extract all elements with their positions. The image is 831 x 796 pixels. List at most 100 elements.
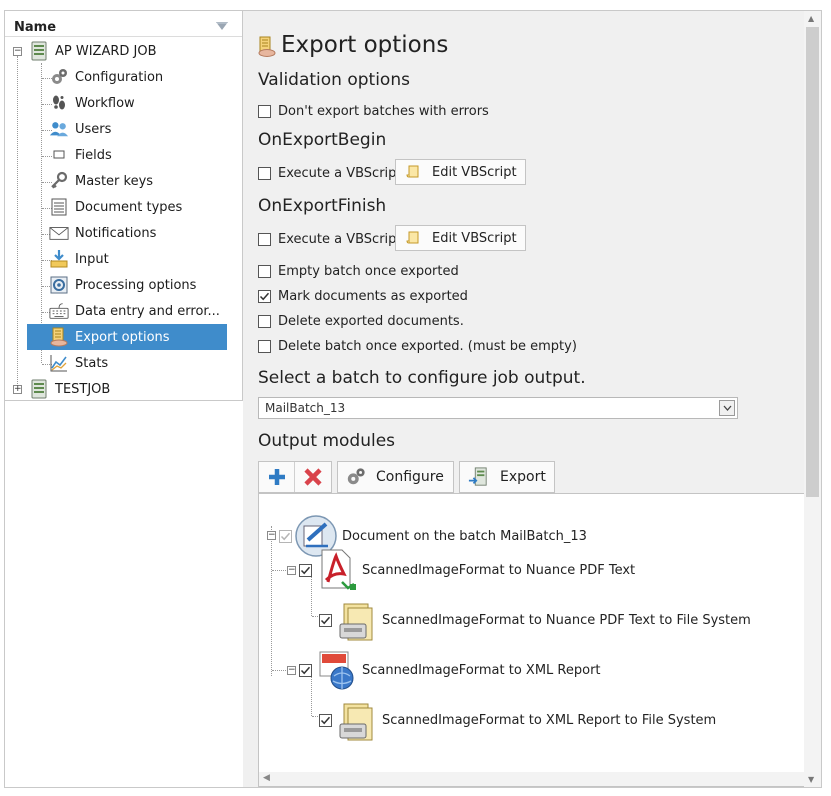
scroll-left-icon[interactable]: ◀ — [263, 773, 270, 783]
on-finish-execute-label: Execute a VBScript — [278, 232, 402, 247]
tree-item-data-entry[interactable]: Data entry and error... — [49, 299, 220, 323]
tree-item-label: Workflow — [75, 95, 135, 111]
add-module-button[interactable] — [259, 462, 295, 492]
script-icon — [404, 162, 424, 182]
tree-item-workflow[interactable]: Workflow — [49, 91, 135, 115]
collapse-toggle-root[interactable]: − — [267, 531, 276, 540]
dont-export-errors-option[interactable]: Don't export batches with errors — [258, 104, 489, 119]
tree-item-testjob[interactable]: TESTJOB — [29, 377, 110, 401]
module-xml-checkbox[interactable] — [299, 663, 312, 677]
horizontal-scrollbar[interactable]: ◀ — [259, 772, 809, 786]
on-finish-execute-option[interactable]: Execute a VBScript — [258, 232, 402, 247]
on-begin-edit-vbscript-button[interactable]: Edit VBScript — [395, 159, 526, 185]
tree-item-label: Notifications — [75, 225, 157, 241]
export-server-icon — [468, 467, 488, 487]
on-export-begin-heading: OnExportBegin — [258, 130, 387, 150]
tree-item-users[interactable]: Users — [49, 117, 111, 141]
tree-item-label: Data entry and error... — [75, 303, 220, 319]
server-icon — [29, 41, 49, 61]
script-icon — [404, 228, 424, 248]
tree-item-ap-wizard-job[interactable]: AP WIZARD JOB — [29, 39, 157, 63]
delete-batch-label: Delete batch once exported. (must be emp… — [278, 339, 577, 354]
tree-root-line — [17, 56, 18, 390]
module-root-label: Document on the batch MailBatch_13 — [342, 528, 587, 544]
tree-connector — [272, 670, 286, 671]
module-pdf-filesystem-checkbox[interactable] — [319, 613, 332, 627]
export-module-button[interactable]: Export — [459, 461, 555, 493]
collapse-toggle-xml[interactable]: − — [287, 666, 296, 675]
module-xml-filesystem-label: ScannedImageFormat to XML Report to File… — [382, 712, 717, 728]
tree-column-header-label: Name — [14, 20, 57, 35]
empty-batch-checkbox[interactable] — [258, 265, 271, 278]
vertical-scrollbar[interactable]: ▲ ▼ — [804, 11, 821, 787]
document-types-icon — [49, 197, 69, 217]
module-pdf-item[interactable]: ScannedImageFormat to Nuance PDF Text — [299, 548, 635, 592]
checkmark-icon — [280, 532, 291, 540]
tree-item-label: Master keys — [75, 173, 154, 189]
tree-column-header[interactable]: Name — [5, 11, 242, 37]
on-finish-execute-checkbox[interactable] — [258, 233, 271, 246]
tree-item-notifications[interactable]: Notifications — [49, 221, 156, 245]
xml-report-icon — [314, 648, 358, 692]
scroll-down-icon[interactable]: ▼ — [808, 775, 814, 784]
tree-connector — [272, 570, 286, 571]
module-xml-filesystem-item[interactable]: ScannedImageFormat to XML Report to File… — [319, 698, 716, 742]
mark-exported-option[interactable]: Mark documents as exported — [258, 289, 468, 304]
module-xml-item[interactable]: ScannedImageFormat to XML Report — [299, 648, 601, 692]
batch-heading: Select a batch to configure job output. — [258, 368, 586, 388]
file-system-icon — [334, 598, 378, 642]
page-title: Export options — [281, 32, 449, 58]
field-icon — [49, 145, 69, 165]
checkmark-icon — [320, 716, 331, 724]
input-tray-icon — [49, 249, 69, 269]
scrollbar-thumb[interactable] — [806, 27, 819, 497]
remove-module-button[interactable] — [295, 462, 331, 492]
on-begin-execute-checkbox[interactable] — [258, 167, 271, 180]
mark-exported-checkbox[interactable] — [258, 290, 271, 303]
collapse-toggle-ap-wizard-job[interactable]: − — [13, 47, 22, 56]
footprints-icon — [49, 93, 69, 113]
tree-root-line — [271, 526, 272, 676]
batch-select[interactable]: MailBatch_13 — [258, 397, 738, 419]
delete-documents-checkbox[interactable] — [258, 315, 271, 328]
tree-item-document-types[interactable]: Document types — [49, 195, 182, 219]
chevron-down-icon[interactable] — [719, 400, 735, 416]
delete-documents-option[interactable]: Delete exported documents. — [258, 314, 464, 329]
module-pdf-filesystem-label: ScannedImageFormat to Nuance PDF Text to… — [382, 612, 751, 628]
module-pdf-filesystem-item[interactable]: ScannedImageFormat to Nuance PDF Text to… — [319, 598, 751, 642]
empty-batch-option[interactable]: Empty batch once exported — [258, 264, 459, 279]
checkmark-icon — [259, 292, 270, 301]
delete-batch-checkbox[interactable] — [258, 340, 271, 353]
module-pdf-checkbox[interactable] — [299, 563, 312, 577]
tree-item-label: Fields — [75, 147, 112, 163]
tree-item-configuration[interactable]: Configuration — [49, 65, 163, 89]
expand-toggle-testjob[interactable]: + — [13, 385, 22, 394]
on-export-finish-heading: OnExportFinish — [258, 196, 387, 216]
tree-item-label: Input — [75, 251, 109, 267]
module-xml-label: ScannedImageFormat to XML Report — [362, 662, 601, 678]
tree-item-label: Stats — [75, 355, 109, 371]
configure-label: Configure — [376, 469, 444, 485]
delete-batch-option[interactable]: Delete batch once exported. (must be emp… — [258, 339, 577, 354]
file-system-icon — [334, 698, 378, 742]
scroll-up-icon[interactable]: ▲ — [808, 14, 814, 23]
tree-item-export-options[interactable]: Export options — [27, 324, 227, 350]
root-checkbox[interactable] — [279, 529, 292, 543]
tree-item-fields[interactable]: Fields — [49, 143, 112, 167]
gears-icon — [346, 467, 366, 487]
tree-item-stats[interactable]: Stats — [49, 351, 108, 375]
dont-export-errors-checkbox[interactable] — [258, 105, 271, 118]
collapse-toggle-pdf[interactable]: − — [287, 566, 296, 575]
edit-vbscript-label: Edit VBScript — [432, 230, 517, 246]
tree-item-label: AP WIZARD JOB — [55, 43, 157, 59]
envelope-icon — [49, 223, 69, 243]
module-xml-filesystem-checkbox[interactable] — [319, 713, 332, 727]
sort-icon[interactable] — [216, 22, 228, 30]
tree-item-processing-options[interactable]: Processing options — [49, 273, 196, 297]
tree-item-label: Document types — [75, 199, 183, 215]
on-begin-execute-option[interactable]: Execute a VBScript — [258, 166, 402, 181]
configure-module-button[interactable]: Configure — [337, 461, 454, 493]
tree-item-master-keys[interactable]: Master keys — [49, 169, 153, 193]
tree-item-input[interactable]: Input — [49, 247, 109, 271]
on-finish-edit-vbscript-button[interactable]: Edit VBScript — [395, 225, 526, 251]
